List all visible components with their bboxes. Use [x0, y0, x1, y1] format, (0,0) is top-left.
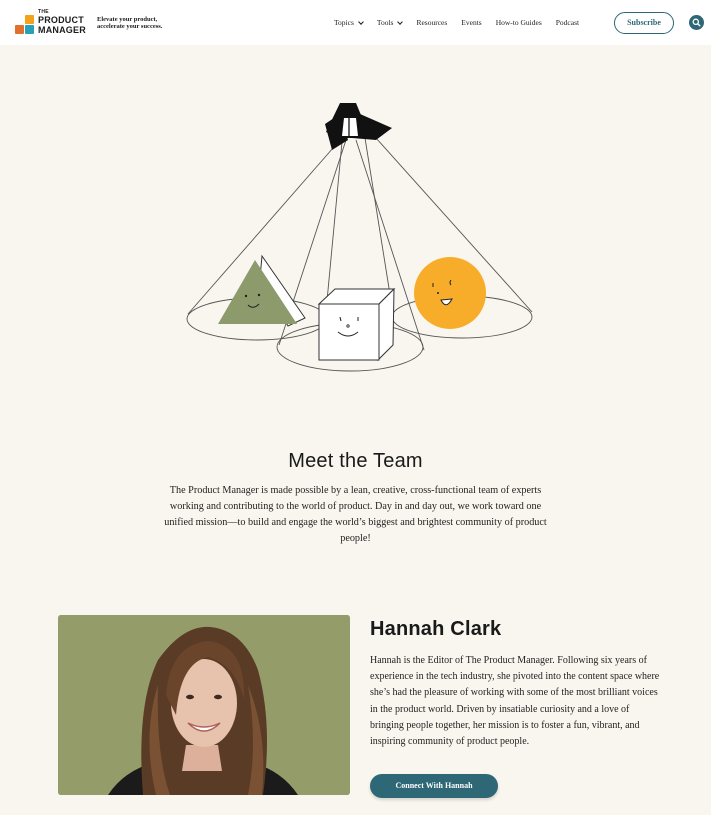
subscribe-button[interactable]: Subscribe — [614, 12, 674, 34]
profile-photo — [58, 615, 350, 795]
team-intro: The Product Manager is made possible by … — [164, 485, 547, 544]
search-button[interactable] — [689, 15, 704, 30]
triangle-character-icon — [218, 254, 306, 327]
section-title: Meet the Team — [288, 450, 423, 472]
logo-squares-icon — [15, 15, 35, 35]
spotlight-lamp-icon — [325, 103, 392, 150]
site-tagline: Elevate your product, accelerate your su… — [97, 16, 163, 30]
nav-item-podcast[interactable]: Podcast — [556, 18, 579, 27]
chevron-down-icon — [358, 18, 364, 25]
logo-wordmark: THE PRODUCT MANAGER — [38, 9, 86, 36]
site-logo[interactable]: THE PRODUCT MANAGER — [15, 10, 87, 36]
main-nav: Topics Tools Resources Events How-to Gui… — [334, 18, 593, 27]
profile-bio: Hannah is the Editor of The Product Mana… — [370, 655, 660, 748]
nav-item-events[interactable]: Events — [461, 18, 481, 27]
chevron-down-icon — [397, 18, 404, 25]
nav-item-how-to-guides[interactable]: How-to Guides — [496, 18, 542, 27]
cube-character-icon — [317, 287, 396, 362]
circle-character-icon — [414, 257, 486, 329]
search-icon — [692, 18, 701, 27]
team-illustration — [186, 103, 533, 372]
portrait-image — [58, 615, 350, 795]
nav-item-resources[interactable]: Resources — [416, 18, 447, 27]
nav-item-tools[interactable]: Tools — [377, 18, 404, 27]
profile-name: Hannah Clark — [370, 618, 502, 640]
connect-button[interactable]: Connect With Hannah — [370, 774, 498, 798]
nav-item-topics[interactable]: Topics — [334, 18, 364, 27]
site-header: THE PRODUCT MANAGER Elevate your product… — [0, 0, 711, 45]
